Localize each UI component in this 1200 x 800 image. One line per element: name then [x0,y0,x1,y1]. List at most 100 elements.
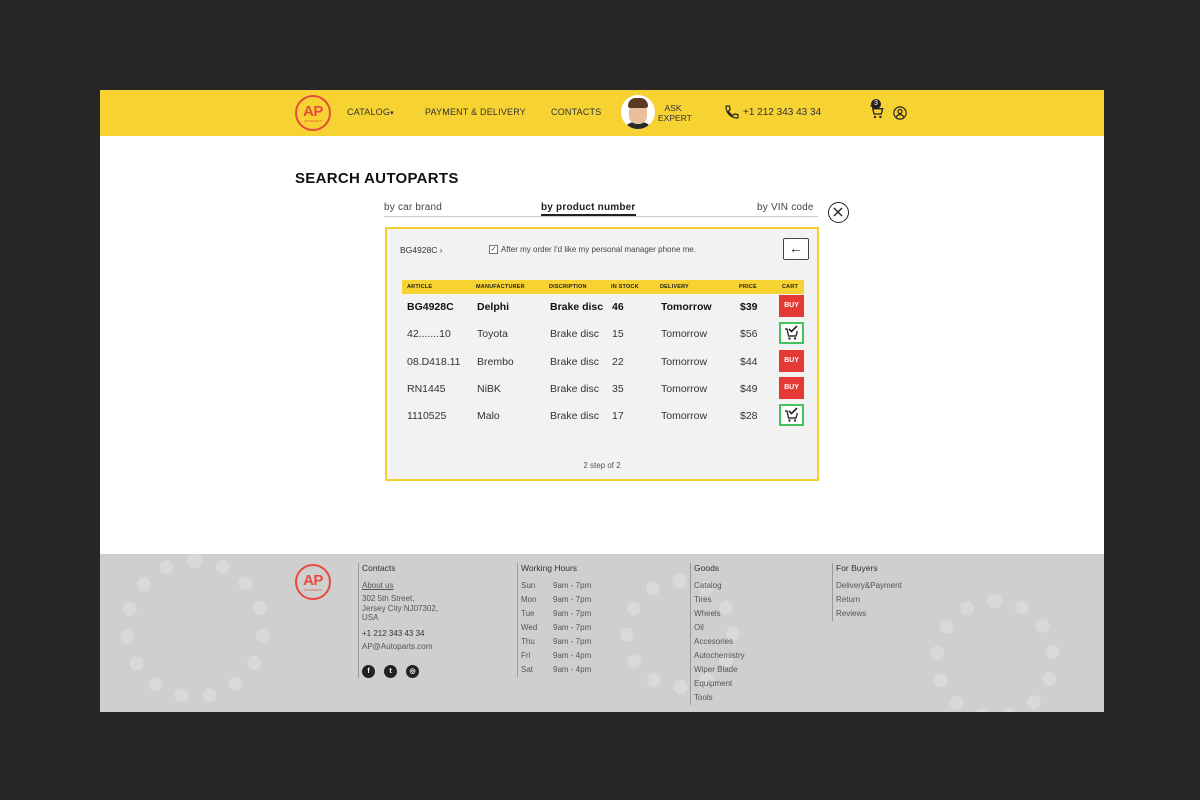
cell-manufacturer: Malo [477,410,500,423]
col-article: ARTICLE [407,284,433,290]
cell-manufacturer: Toyota [477,328,508,341]
col-in-stock: IN STOCK [611,284,639,290]
about-us-link[interactable]: About us [362,579,438,593]
cell-delivery: Tomorrow [661,355,708,368]
goods-link[interactable]: Oil [694,621,745,635]
cell-stock: 46 [612,301,624,313]
instagram-icon[interactable]: ◎ [406,664,419,678]
goods-link[interactable]: Autochemistry [694,649,745,663]
buyers-link[interactable]: Return [836,593,902,607]
user-icon[interactable] [893,106,907,120]
buy-button[interactable]: BUY [779,349,804,372]
col-cart: CART [782,284,799,290]
footer-hours: Working Hours Sun 9am - 7pm Mon 9am - 7pm Tu… [517,563,591,677]
goods-list: Catalog Tires Wheels Oil Accesories Autochemi… [694,579,745,705]
goods-link[interactable]: Wheels [694,607,745,621]
expert-avatar[interactable] [621,95,655,129]
cell-description: Brake disc [550,410,600,423]
header-phone[interactable]: +1 212 343 43 34 [743,107,821,118]
cell-article: BG4928C [407,301,454,313]
hours-row: Fri 9am - 4pm [521,649,591,663]
hours-time: 9am - 7pm [553,581,592,590]
hours-row: Sun 9am - 7pm [521,579,591,593]
cell-description: Brake disc [550,355,600,368]
hours-day: Sun [521,581,536,590]
tab-by-car-brand[interactable]: by car brand [384,202,442,213]
facebook-icon[interactable]: f [362,664,375,678]
goods-link[interactable]: Catalog [694,579,745,593]
hours-day: Fri [521,651,531,660]
hours-heading: Working Hours [521,563,578,573]
manager-call-checkbox[interactable]: ✓ [489,245,498,254]
table-row[interactable]: RN1445 NiBK Brake disc 35 Tomorrow $49 BUY [402,376,804,403]
buyers-link[interactable]: Reviews [836,607,902,621]
cell-stock: 15 [612,328,624,341]
col-description: DISCRIPTION [549,284,587,290]
tab-by-product-number[interactable]: by product number [541,202,636,216]
goods-link[interactable]: Wiper Blade [694,663,745,677]
goods-link[interactable]: Accesories [694,635,745,649]
cell-stock: 22 [612,355,624,368]
cell-delivery: Tomorrow [661,328,708,341]
cell-delivery: Tomorrow [661,410,708,423]
table-row[interactable]: 1110525 Malo Brake disc 17 Tomorrow $28 [402,403,804,430]
tab-by-vin-code[interactable]: by VIN code [757,202,814,213]
tabs-divider [384,216,818,217]
cell-delivery: Tomorrow [661,301,712,313]
hours-row: Wed 9am - 7pm [521,621,591,635]
footer-contacts: Contacts About us 302 5th Street, Jersey… [358,563,438,678]
cell-description: Brake disc [550,301,604,313]
cell-price: $39 [740,301,758,313]
ask-expert-link[interactable]: ASK EXPERT [658,103,692,123]
hours-day: Mon [521,595,537,604]
cell-manufacturer: NiBK [477,382,501,395]
twitter-icon[interactable]: t [384,664,397,678]
footer-phone[interactable]: +1 212 343 43 34 [362,627,438,640]
footer: AP AUTOPARTS Contacts About us 302 5th S… [100,554,1104,712]
search-results-panel: BG4928C › ✓ After my order I'd like my p… [385,227,819,481]
hours-list: Sun 9am - 7pm Mon 9am - 7pm Tue 9am - 7pm Wed 9… [521,579,591,677]
cell-manufacturer: Brembo [477,355,514,368]
nav-catalog[interactable]: CATALOG▾ [347,107,394,117]
app-frame: AP AUTOPARTS CATALOG▾ PAYMENT & DELIVERY… [100,90,1104,712]
goods-link[interactable]: Tires [694,593,745,607]
buy-button[interactable]: BUY [779,295,804,317]
footer-goods: Goods Catalog Tires Wheels Oil Accesories Aut… [690,563,745,705]
col-delivery: DELIVERY [660,284,689,290]
search-breadcrumb[interactable]: BG4928C › [400,245,443,255]
cart-check-icon [785,325,799,340]
cell-price: $56 [740,328,758,341]
buy-button[interactable]: BUY [779,376,804,399]
back-button[interactable]: ← [783,238,809,260]
goods-link[interactable]: Equipment [694,677,745,691]
ask-label: ASK [664,103,682,113]
logo[interactable]: AP AUTOPARTS [295,95,331,131]
hours-time: 9am - 7pm [553,623,592,632]
buyers-link[interactable]: Delivery&Payment [836,579,902,593]
nav-contacts[interactable]: CONTACTS [551,107,601,117]
logo-text: AP [303,572,323,589]
gear-decoration [120,554,270,704]
close-button[interactable] [828,202,849,223]
table-row[interactable]: 08.D418.11 Brembo Brake disc 22 Tomorrow $44 B… [402,349,804,376]
hours-day: Tue [521,609,535,618]
nav-payment-delivery[interactable]: PAYMENT & DELIVERY [425,107,526,117]
cell-article: 1110525 [407,410,447,423]
hours-row: Mon 9am - 7pm [521,593,591,607]
hours-day: Sat [521,665,534,674]
in-cart-button[interactable] [779,404,804,427]
footer-logo[interactable]: AP AUTOPARTS [295,564,331,600]
goods-link[interactable]: Tools [694,691,745,705]
cell-article: 08.D418.11 [407,355,461,368]
buyers-heading: For Buyers [836,563,878,573]
footer-email[interactable]: AP@Autoparts.com [362,640,438,654]
in-cart-button[interactable] [779,322,804,345]
arrow-left-icon: ← [789,240,803,256]
goods-heading: Goods [694,563,720,573]
social-links: f t ◎ [362,660,438,678]
table-row[interactable]: 42.......10 Toyota Brake disc 15 Tomorrow $56 [402,321,804,348]
close-icon [833,207,843,217]
cell-article: RN1445 [407,382,446,395]
hours-time: 9am - 4pm [553,651,592,660]
table-row[interactable]: BG4928C Delphi Brake disc 46 Tomorrow $39 BUY [402,294,804,321]
